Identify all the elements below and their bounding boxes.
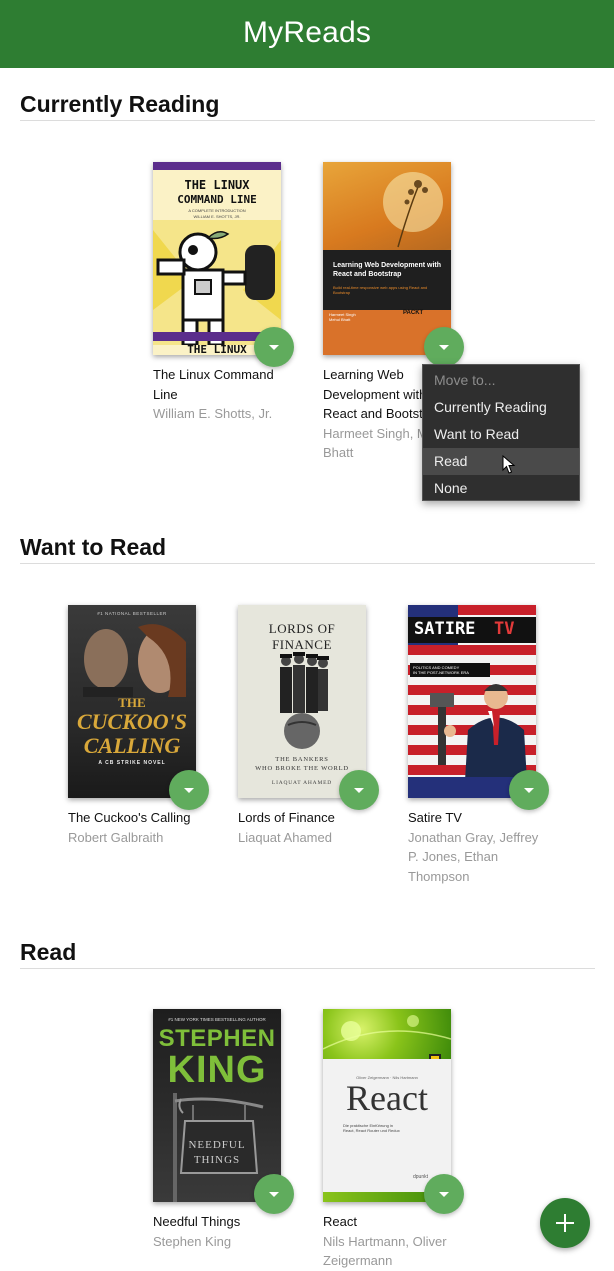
book-title: Needful Things Stephen King [153,1212,293,1251]
caret-down-icon [439,1192,449,1197]
book-authors: Robert Galbraith [68,829,164,845]
book-cover[interactable]: SATIRE TV POLITICS AND COMEDY IN THE POS… [408,605,536,798]
shelf-changer-button[interactable] [424,1174,464,1214]
shelf-changer-button[interactable] [169,770,209,810]
shelf-changer-button[interactable] [254,327,294,367]
book-authors: Stephen King [153,1233,232,1249]
book-authors: Liaquat Ahamed [238,829,332,845]
menu-item-read[interactable]: Read [423,448,579,475]
app-header: MyReads [0,0,614,68]
shelf-changer-button[interactable] [254,1174,294,1214]
menu-item-none[interactable]: None [423,475,579,502]
book-cover[interactable]: Oliver Zeigermann · Nils Hartmann React … [323,1009,451,1202]
shelf-changer-button[interactable] [339,770,379,810]
menu-item-currently-reading[interactable]: Currently Reading [423,394,579,421]
menu-item-want-to-read[interactable]: Want to Read [423,421,579,448]
caret-down-icon [269,345,279,350]
book-title: React Nils Hartmann, Oliver Zeigermann [323,1212,463,1271]
book-authors: Nils Hartmann, Oliver Zeigermann [323,1233,447,1269]
caret-down-icon [524,788,534,793]
caret-down-icon [354,788,364,793]
book-title: Lords of Finance Liaquat Ahamed [238,808,378,847]
book-cover[interactable]: THE LINUX COMMAND LINE A COMPLETE INTROD… [153,162,281,355]
mouse-pointer-icon [502,455,516,474]
caret-down-icon [439,345,449,350]
menu-item-move-to: Move to... [434,372,496,388]
book-authors: William E. Shotts, Jr. [153,406,273,421]
shelf-changer-button[interactable] [424,327,464,367]
book-title: The Linux Command Line William E. Shotts… [153,365,293,424]
shelf-title-want-to-read: Want to Read [20,534,595,564]
book-cover[interactable]: #1 NEW YORK TIMES BESTSELLING AUTHOR STE… [153,1009,281,1202]
caret-down-icon [269,1192,279,1197]
book-authors: Jonathan Gray, Jeffrey P. Jones, Ethan T… [408,829,539,884]
shelf-changer-menu[interactable]: Move to... Currently Reading Want to Rea… [422,364,580,501]
book-cover[interactable]: Learning Web Development with React and … [323,162,451,355]
shelf-title-currently-reading: Currently Reading [20,91,595,121]
add-book-button[interactable] [540,1198,590,1248]
book-cover[interactable]: #1 NATIONAL BESTSELLER THE CUCKOO'S CALL… [68,605,196,798]
caret-down-icon [184,788,194,793]
book-title: Satire TV Jonathan Gray, Jeffrey P. Jone… [408,808,548,886]
shelf-changer-button[interactable] [509,770,549,810]
shelf-title-read: Read [20,939,595,969]
app-title: MyReads [242,16,372,49]
book-title: The Cuckoo's Calling Robert Galbraith [68,808,208,847]
book-cover[interactable]: LORDS OF FINANCE THE BANKERS WHO BROKE T… [238,605,366,798]
